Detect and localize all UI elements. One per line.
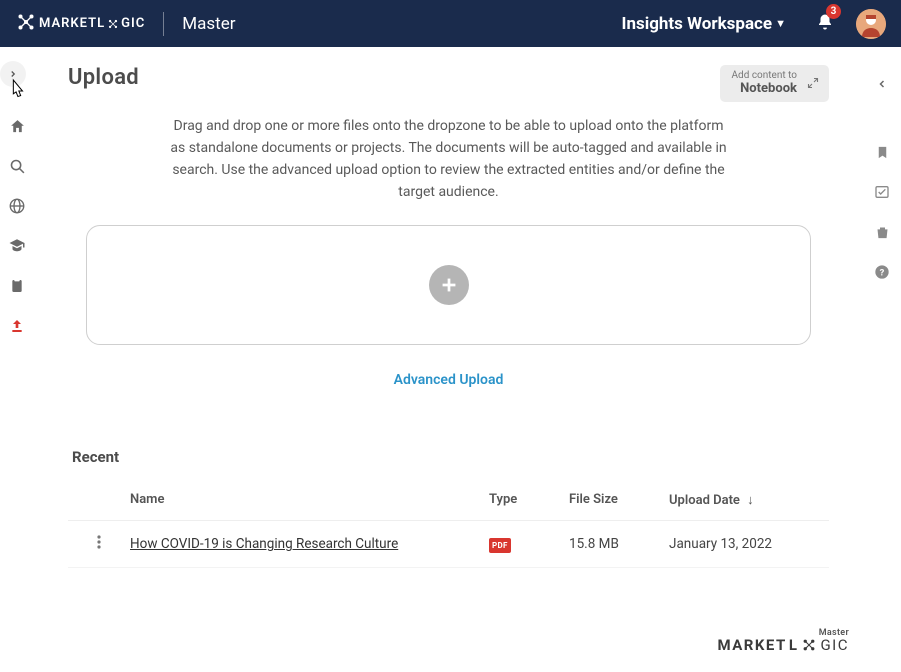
upload-instructions: Drag and drop one or more files onto the…: [169, 116, 729, 203]
caret-down-icon: ▼: [775, 17, 786, 30]
sidebar-expand-button[interactable]: [0, 61, 26, 87]
right-collapse-button[interactable]: [873, 75, 891, 93]
recent-uploads-table: Name Type File Size Upload Date ↓ How CO…: [68, 484, 829, 568]
notification-count-badge: 3: [826, 4, 841, 19]
add-to-notebook-button[interactable]: Add content to Notebook: [720, 65, 829, 102]
main-content: Upload Add content to Notebook Drag and …: [34, 47, 863, 672]
col-header-name[interactable]: Name: [130, 492, 489, 508]
logo-dots-icon: [15, 11, 37, 37]
nav-clipboard[interactable]: [8, 277, 26, 295]
brand-text-gic: GIC: [121, 16, 145, 31]
tenant-name[interactable]: Master: [182, 14, 235, 34]
help-icon[interactable]: ?: [873, 263, 891, 281]
row-actions-menu[interactable]: [97, 535, 101, 553]
upload-date-value: January 13, 2022: [669, 536, 829, 552]
brand-text-prefix: MARKET: [39, 16, 97, 31]
nav-learn[interactable]: [8, 237, 26, 255]
user-avatar[interactable]: [856, 9, 886, 39]
recent-heading: Recent: [72, 448, 829, 466]
nav-upload[interactable]: [8, 317, 26, 335]
footer-brand-logo: Master MARKET L GIC: [717, 628, 849, 654]
brand-logo[interactable]: MARKET L GIC: [15, 11, 145, 37]
notebook-large-label: Notebook: [740, 82, 797, 97]
nav-globe[interactable]: [8, 197, 26, 215]
expand-arrows-icon: [807, 74, 819, 93]
document-name-link[interactable]: How COVID-19 is Changing Research Cultur…: [130, 536, 398, 552]
svg-text:?: ?: [880, 267, 885, 278]
col-header-size[interactable]: File Size: [569, 492, 669, 508]
logo-o-icon: [106, 17, 120, 31]
trash-icon[interactable]: [873, 223, 891, 241]
file-type-badge: PDF: [489, 538, 511, 553]
logo-divider: [163, 12, 164, 36]
left-nav-sidebar: [0, 47, 34, 672]
footer-logo-o-icon: [800, 636, 818, 654]
file-size-value: 15.8 MB: [569, 536, 669, 552]
table-row: How COVID-19 is Changing Research Cultur…: [68, 521, 829, 568]
footer-brand-prefix: MARKET: [717, 636, 786, 654]
advanced-upload-link[interactable]: Advanced Upload: [394, 372, 504, 388]
bookmark-icon[interactable]: [873, 143, 891, 161]
col-header-type[interactable]: Type: [489, 492, 569, 508]
plus-icon: [429, 265, 469, 305]
notifications-button[interactable]: 3: [816, 13, 834, 35]
upload-dropzone[interactable]: [86, 225, 811, 345]
page-title: Upload: [68, 65, 139, 90]
tasks-icon[interactable]: [873, 183, 891, 201]
right-utility-sidebar: ?: [863, 47, 901, 672]
workspace-dropdown[interactable]: Insights Workspace ▼: [621, 14, 786, 34]
notebook-small-label: Add content to: [732, 70, 797, 82]
app-header: MARKET L GIC Master Insights Workspace ▼…: [0, 0, 901, 47]
brand-text-l: L: [97, 16, 105, 31]
nav-search[interactable]: [8, 157, 26, 175]
table-header-row: Name Type File Size Upload Date ↓: [68, 484, 829, 521]
footer-brand-l: L: [789, 636, 799, 654]
nav-home[interactable]: [8, 117, 26, 135]
workspace-label: Insights Workspace: [621, 14, 772, 34]
footer-brand-gic: GIC: [820, 636, 849, 654]
col-header-date[interactable]: Upload Date ↓: [669, 492, 829, 508]
sort-descending-icon: ↓: [747, 493, 754, 508]
col-header-date-label: Upload Date: [669, 493, 740, 508]
